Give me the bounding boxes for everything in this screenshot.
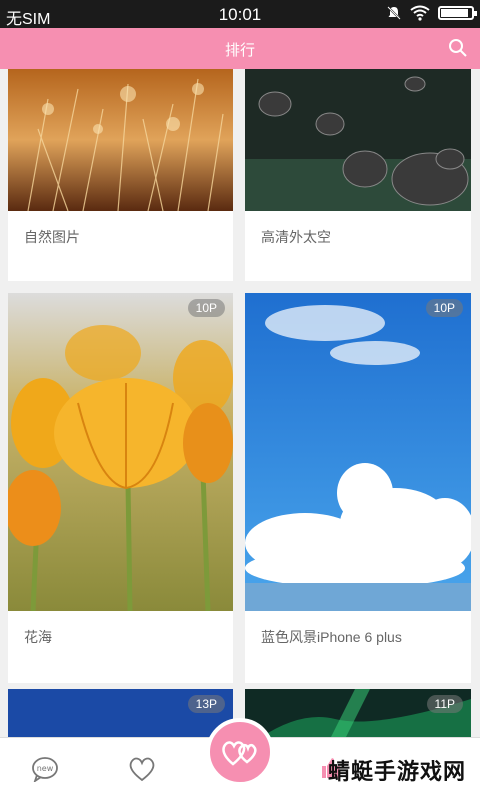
love-logo-button[interactable] bbox=[206, 718, 274, 786]
card-label: 蓝色风景iPhone 6 plus bbox=[261, 629, 402, 645]
search-icon[interactable] bbox=[448, 38, 468, 58]
wallpaper-card-partial-left[interactable]: 13P bbox=[8, 689, 233, 737]
battery-icon bbox=[438, 6, 477, 20]
status-bar: 无SIM 10:01 bbox=[0, 0, 480, 28]
wallpaper-grid[interactable]: 自然图片 高清外太空 10P 花海 10P 蓝色风景iPhone 6 plus … bbox=[0, 69, 480, 737]
card-label: 自然图片 bbox=[24, 229, 80, 245]
sky-thumbnail bbox=[245, 293, 471, 611]
space-thumbnail bbox=[245, 69, 471, 211]
wallpaper-card-blue-sky[interactable]: 10P 蓝色风景iPhone 6 plus bbox=[245, 293, 471, 683]
card-label: 花海 bbox=[24, 629, 52, 645]
photo-count-badge: 11P bbox=[426, 695, 463, 713]
photo-count-badge: 13P bbox=[187, 695, 225, 713]
photo-count-badge: 10P bbox=[425, 299, 463, 317]
watermark: 蜻蜓手游戏网 bbox=[327, 759, 466, 784]
photo-count-badge: 10P bbox=[187, 299, 225, 317]
page-title: 排行 bbox=[224, 42, 255, 59]
wallpaper-card-partial-right[interactable]: 11P bbox=[245, 689, 471, 737]
tulip-thumbnail bbox=[8, 293, 233, 611]
wallpaper-card-nature[interactable]: 自然图片 bbox=[8, 69, 233, 281]
wallpaper-card-space[interactable]: 高清外太空 bbox=[245, 69, 471, 281]
svg-text:new: new bbox=[37, 764, 54, 773]
card-label: 高清外太空 bbox=[261, 229, 331, 245]
heart-icon[interactable] bbox=[128, 756, 156, 782]
wallpaper-card-flowers[interactable]: 10P 花海 bbox=[8, 293, 233, 683]
love-logo-icon bbox=[222, 741, 257, 766]
mute-bell-icon bbox=[387, 6, 401, 20]
wifi-icon bbox=[410, 5, 430, 21]
nature-thumbnail bbox=[8, 69, 233, 211]
new-icon[interactable]: new bbox=[31, 756, 59, 782]
app-header: 排行 bbox=[0, 28, 480, 69]
